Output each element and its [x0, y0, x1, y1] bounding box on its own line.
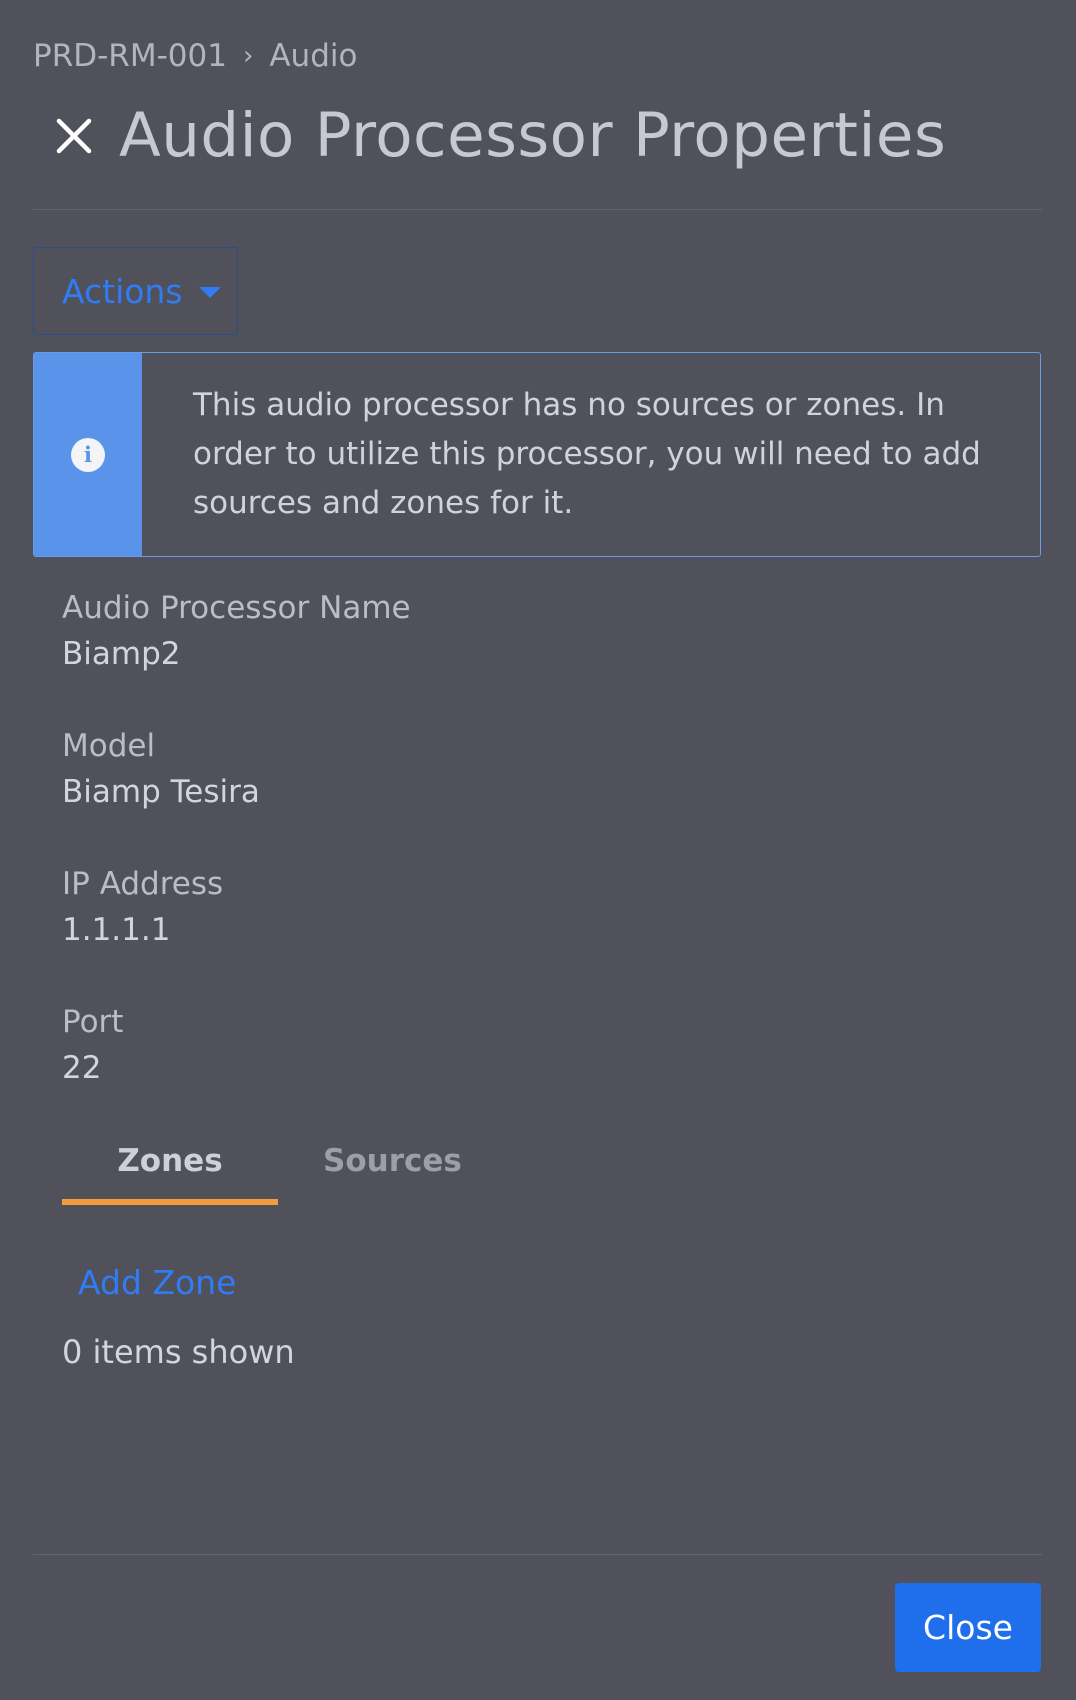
field-value: 1.1.1.1	[62, 912, 171, 948]
footer-divider	[33, 1554, 1042, 1555]
breadcrumb-separator: ›	[242, 41, 254, 71]
field-model: Model Biamp Tesira	[62, 728, 260, 810]
close-icon[interactable]	[55, 117, 93, 155]
add-zone-link[interactable]: Add Zone	[78, 1263, 236, 1302]
info-icon: i	[71, 437, 105, 472]
field-label: Model	[62, 728, 156, 764]
field-label: Port	[62, 1004, 124, 1040]
field-audio-processor-name: Audio Processor Name Biamp2	[62, 590, 411, 672]
title-row: Audio Processor Properties	[55, 100, 946, 171]
tab-bar: Zones Sources	[62, 1143, 462, 1205]
caret-down-icon	[198, 287, 221, 298]
field-label: Audio Processor Name	[62, 590, 411, 626]
tab-sources[interactable]: Sources	[323, 1143, 462, 1205]
info-banner: i This audio processor has no sources or…	[33, 352, 1041, 557]
header-divider	[33, 209, 1042, 210]
actions-dropdown-button[interactable]: Actions	[33, 247, 238, 335]
tab-zones[interactable]: Zones	[62, 1143, 278, 1205]
info-banner-strip: i	[34, 353, 142, 556]
field-value: Biamp Tesira	[62, 774, 260, 810]
page-title: Audio Processor Properties	[119, 100, 947, 171]
items-count-text: 0 items shown	[62, 1333, 295, 1371]
field-value: 22	[62, 1050, 102, 1086]
breadcrumb-parent-link[interactable]: PRD-RM-001	[33, 38, 227, 74]
breadcrumb-current: Audio	[269, 38, 358, 74]
actions-label: Actions	[62, 271, 183, 311]
field-port: Port 22	[62, 1004, 123, 1086]
field-value: Biamp2	[62, 636, 181, 672]
close-button[interactable]: Close	[895, 1583, 1041, 1672]
field-label: IP Address	[62, 866, 224, 902]
field-ip-address: IP Address 1.1.1.1	[62, 866, 223, 948]
info-banner-message: This audio processor has no sources or z…	[193, 387, 981, 521]
breadcrumb: PRD-RM-001 › Audio	[33, 38, 357, 74]
